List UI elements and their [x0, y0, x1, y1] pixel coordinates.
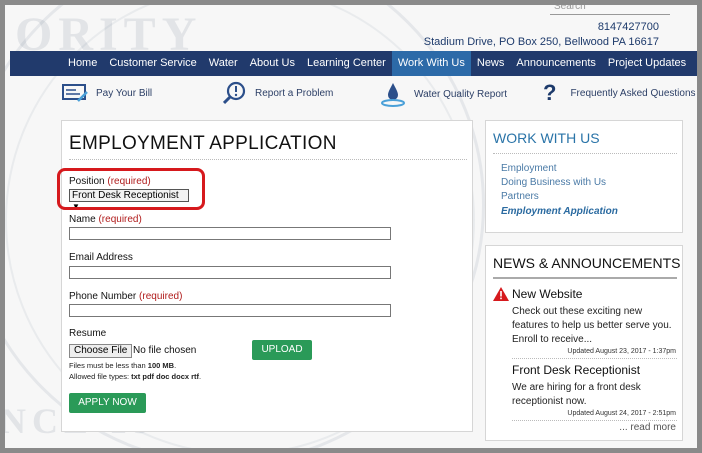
apply-now-button[interactable]: APPLY NOW [69, 393, 146, 413]
work-with-us-divider [493, 153, 677, 154]
name-label-text: Name [69, 214, 96, 225]
sidebar-link-doing-business[interactable]: Doing Business with Us [501, 177, 606, 188]
upload-button[interactable]: UPLOAD [252, 340, 312, 360]
file-types-note-suffix: . [199, 372, 202, 381]
nav-home[interactable]: Home [62, 51, 103, 76]
news-item-divider [512, 358, 677, 359]
pay-bill-link[interactable]: Pay Your Bill [62, 83, 152, 103]
title-divider [69, 159, 467, 160]
quick-links: Pay Your Bill Report a Problem Water Qua… [5, 80, 697, 109]
file-size-note: Files must be less than 100 MB. [69, 361, 176, 370]
bill-icon [62, 84, 88, 102]
news-item-date: Updated August 23, 2017 - 1:37pm [567, 348, 676, 355]
sidebar-link-partners[interactable]: Partners [501, 191, 539, 202]
phone-number: 8147427700 [597, 21, 659, 33]
page-title: EMPLOYMENT APPLICATION [69, 133, 337, 154]
news-title: NEWS & ANNOUNCEMENTS [493, 255, 681, 271]
alert-triangle-icon [493, 287, 509, 301]
question-mark-icon: ? [543, 80, 557, 105]
application-panel: EMPLOYMENT APPLICATION Position (require… [61, 120, 473, 432]
search-input[interactable]: Search [550, 5, 670, 15]
sidebar-link-employment-application[interactable]: Employment Application [501, 206, 618, 217]
news-item-date: Updated August 24, 2017 - 2:51pm [567, 410, 676, 417]
email-field[interactable] [69, 266, 391, 279]
file-size-note-suffix: . [174, 361, 177, 370]
file-size-limit: 100 MB [147, 361, 175, 370]
report-problem-label: Report a Problem [255, 87, 334, 99]
report-problem-link[interactable]: Report a Problem [223, 81, 333, 105]
faq-link[interactable]: ? Frequently Asked Questions [543, 80, 696, 105]
news-item-title[interactable]: Front Desk Receptionist [512, 363, 640, 377]
search-placeholder: Search [554, 1, 586, 12]
news-item-body: Check out these exciting new features to… [512, 306, 672, 345]
phone-label: Phone Number (required) [69, 291, 182, 302]
pay-bill-label: Pay Your Bill [96, 87, 153, 99]
phone-label-text: Phone Number [69, 291, 137, 302]
required-marker: (required) [139, 291, 183, 302]
resume-label: Resume [69, 328, 107, 339]
file-size-note-prefix: Files must be less than [69, 361, 148, 370]
news-item-body: We are hiring for a front desk reception… [512, 382, 641, 407]
faq-label: Frequently Asked Questions [570, 87, 696, 99]
nav-water[interactable]: Water [203, 51, 244, 76]
email-label: Email Address [69, 252, 133, 263]
news-item-divider [512, 420, 677, 421]
file-types-note-prefix: Allowed file types: [69, 372, 132, 381]
phone-field[interactable] [69, 304, 391, 317]
file-types-list: txt pdf doc docx rtf [131, 372, 200, 381]
main-nav: Home Customer Service Water About Us Lea… [10, 51, 697, 76]
nav-customer-service[interactable]: Customer Service [103, 51, 202, 76]
work-with-us-title: WORK WITH US [493, 130, 600, 146]
choose-file-button[interactable]: Choose File [69, 344, 133, 358]
nav-project-updates[interactable]: Project Updates [602, 51, 692, 76]
nav-about-us[interactable]: About Us [244, 51, 301, 76]
water-drop-icon [381, 83, 405, 107]
sidebar-link-employment[interactable]: Employment [501, 163, 557, 174]
nav-announcements[interactable]: Announcements [510, 51, 602, 76]
work-with-us-box: WORK WITH US Employment Doing Business w… [485, 120, 683, 233]
position-highlight [57, 168, 205, 210]
name-label: Name (required) [69, 214, 142, 225]
water-quality-link[interactable]: Water Quality Report [380, 81, 507, 107]
browser-frame: ORITY NCE 19 Search 8147427700 Stadium D… [0, 0, 702, 453]
news-box: NEWS & ANNOUNCEMENTS New Website Check o… [485, 245, 683, 441]
read-more-link[interactable]: ... read more [619, 422, 676, 433]
name-field[interactable] [69, 227, 391, 240]
news-item-title[interactable]: New Website [512, 287, 582, 301]
water-quality-label: Water Quality Report [414, 88, 507, 100]
news-divider [493, 277, 677, 279]
no-file-text: No file chosen [133, 345, 197, 356]
nav-work-with-us[interactable]: Work With Us [391, 51, 471, 76]
address: Stadium Drive, PO Box 250, Bellwood PA 1… [423, 36, 659, 48]
nav-learning-center[interactable]: Learning Center [301, 51, 392, 76]
required-marker: (required) [98, 214, 142, 225]
magnifier-alert-icon [223, 81, 246, 105]
nav-news[interactable]: News [471, 51, 511, 76]
file-types-note: Allowed file types: txt pdf doc docx rtf… [69, 372, 201, 381]
